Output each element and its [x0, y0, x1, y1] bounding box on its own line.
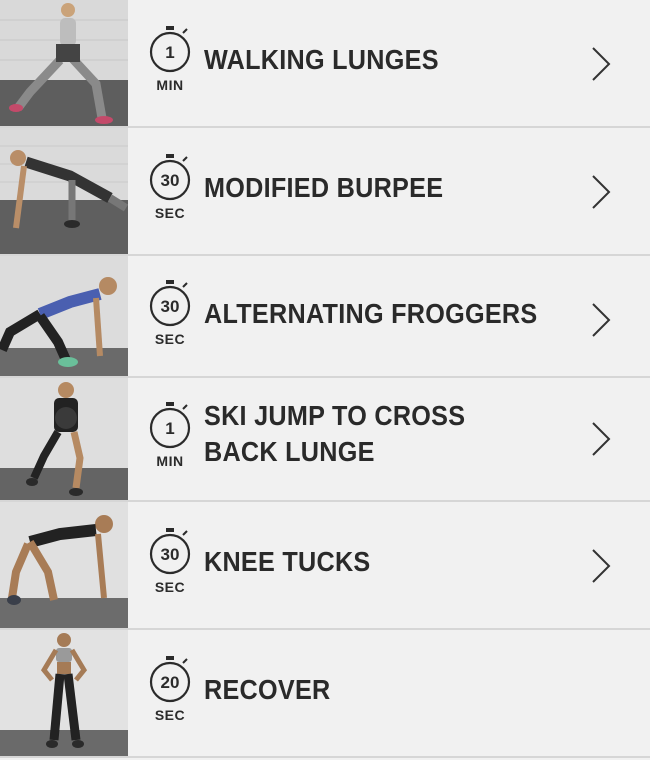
stopwatch-icon: 1: [149, 402, 191, 449]
exercise-name: RECOVER: [204, 674, 331, 705]
exercise-name: MODIFIED BURPEE: [204, 172, 444, 203]
exercise-thumbnail: [0, 256, 128, 376]
exercise-name: SKI JUMP TO CROSS BACK LUNGE: [204, 400, 466, 467]
chevron-right-icon[interactable]: [590, 173, 612, 211]
stopwatch-icon: 30: [149, 528, 191, 575]
duration-unit: SEC: [154, 331, 186, 347]
exercise-name: WALKING LUNGES: [204, 44, 439, 75]
exercise-thumbnail: [0, 378, 128, 500]
duration-indicator: 20 SEC: [142, 654, 198, 723]
exercise-name: KNEE TUCKS: [204, 546, 371, 577]
chevron-right-icon[interactable]: [590, 420, 612, 458]
duration-value: 30: [161, 545, 180, 564]
exercise-thumbnail: [0, 502, 128, 628]
duration-indicator: 30 SEC: [142, 278, 198, 347]
duration-value: 30: [161, 297, 180, 316]
stopwatch-icon: 20: [149, 656, 191, 703]
duration-indicator: 30 SEC: [142, 152, 198, 221]
chevron-right-icon[interactable]: [590, 45, 612, 83]
exercise-thumbnail: [0, 630, 128, 756]
exercise-row-modified-burpee[interactable]: 30 SEC MODIFIED BURPEE: [0, 128, 650, 256]
exercise-row-recover: 20 SEC RECOVER: [0, 630, 650, 758]
chevron-right-icon[interactable]: [590, 547, 612, 585]
exercise-row-knee-tucks[interactable]: 30 SEC KNEE TUCKS: [0, 502, 650, 630]
exercise-name: ALTERNATING FROGGERS: [204, 298, 538, 329]
duration-indicator: 1 MIN: [142, 24, 198, 93]
stopwatch-icon: 30: [149, 154, 191, 201]
exercise-row-alternating-froggers[interactable]: 30 SEC ALTERNATING FROGGERS: [0, 256, 650, 378]
duration-value: 1: [165, 419, 174, 438]
exercise-row-ski-jump-to-cross-back-lunge[interactable]: 1 MIN SKI JUMP TO CROSS BACK LUNGE: [0, 378, 650, 502]
duration-indicator: 1 MIN: [142, 400, 198, 469]
duration-unit: SEC: [154, 579, 186, 595]
exercise-thumbnail: [0, 128, 128, 254]
stopwatch-icon: 1: [149, 26, 191, 73]
duration-unit: MIN: [156, 77, 184, 93]
duration-unit: SEC: [154, 205, 186, 221]
duration-value: 1: [165, 43, 174, 62]
duration-unit: SEC: [154, 707, 186, 723]
exercise-row-walking-lunges[interactable]: 1 MIN WALKING LUNGES: [0, 0, 650, 128]
workout-exercise-list: 1 MIN WALKING LUNGES 30 SEC MODIFIED BUR…: [0, 0, 650, 760]
duration-value: 20: [161, 673, 180, 692]
duration-indicator: 30 SEC: [142, 526, 198, 595]
chevron-right-icon[interactable]: [590, 301, 612, 339]
duration-unit: MIN: [156, 453, 184, 469]
duration-value: 30: [161, 171, 180, 190]
stopwatch-icon: 30: [149, 280, 191, 327]
exercise-thumbnail: [0, 0, 128, 126]
